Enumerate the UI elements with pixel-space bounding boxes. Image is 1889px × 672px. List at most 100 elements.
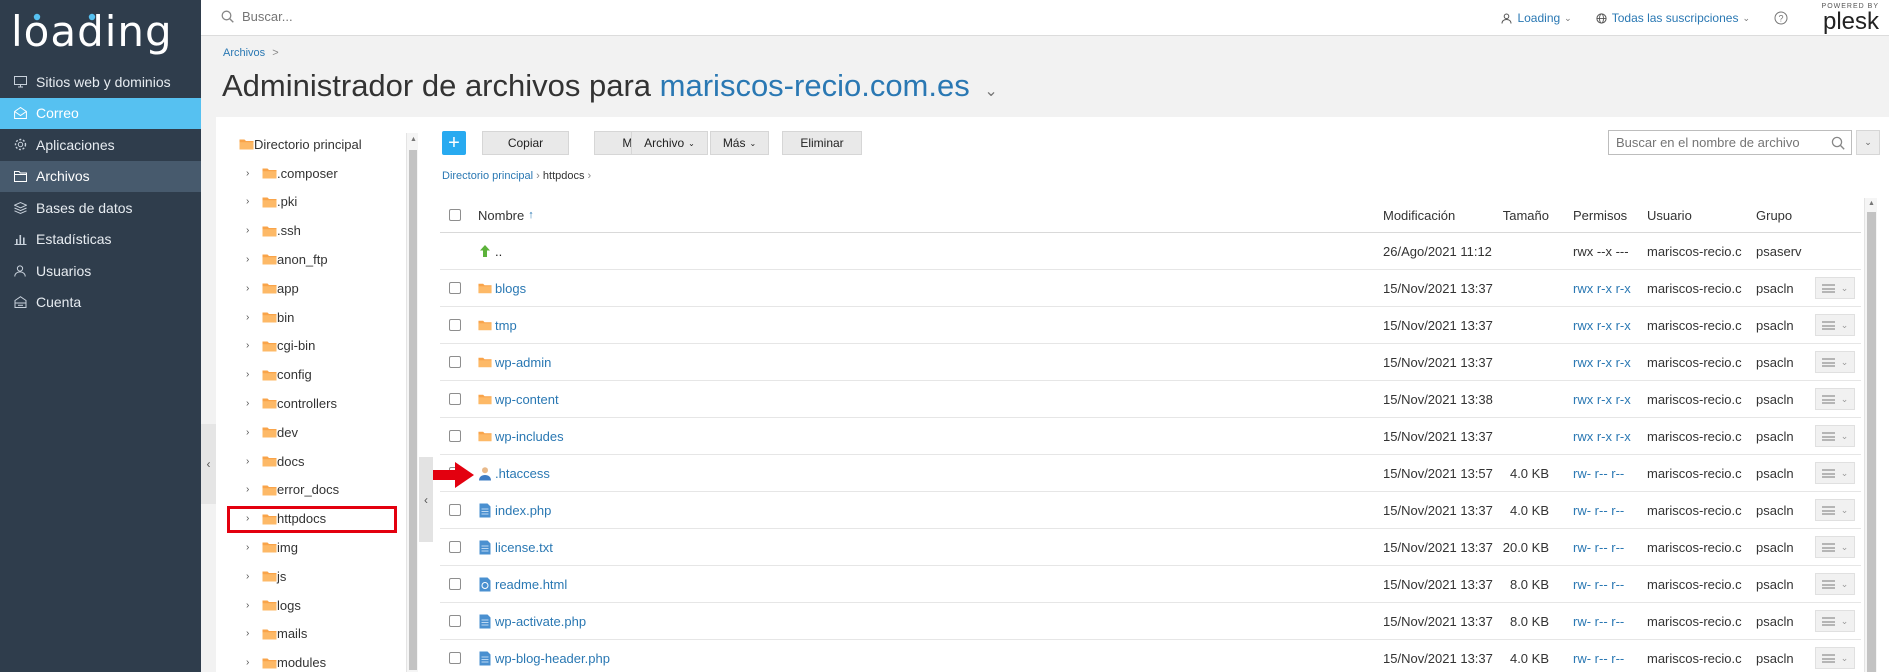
file-name-cell[interactable]: ..: [478, 233, 502, 269]
table-row[interactable]: blogs 15/Nov/2021 13:37 rwx r-x r-x marisco…: [440, 270, 1861, 307]
file-name[interactable]: wp-includes: [495, 429, 564, 444]
table-row[interactable]: wp-blog-header.php 15/Nov/2021 13:37 4.0 K…: [440, 640, 1861, 672]
tree-item[interactable]: › controllers: [246, 392, 337, 414]
file-name-cell[interactable]: wp-admin: [478, 344, 551, 380]
chevron-right-icon[interactable]: ›: [246, 657, 256, 668]
table-row[interactable]: wp-admin 15/Nov/2021 13:37 rwx r-x r-x mari…: [440, 344, 1861, 381]
tree-item[interactable]: › error_docs: [246, 479, 339, 501]
chevron-right-icon[interactable]: ›: [246, 254, 256, 265]
chevron-right-icon[interactable]: ›: [246, 600, 256, 611]
pane-splitter[interactable]: ‹: [419, 457, 433, 542]
chevron-right-icon[interactable]: ›: [246, 628, 256, 639]
file-name-cell[interactable]: license.txt: [478, 529, 553, 565]
page-title-domain[interactable]: mariscos-recio.com.es: [660, 68, 970, 103]
tree-scrollbar[interactable]: ▲: [406, 133, 418, 672]
chevron-right-icon[interactable]: ›: [246, 427, 256, 438]
table-row[interactable]: readme.html 15/Nov/2021 13:37 8.0 KB rw- r-…: [440, 566, 1861, 603]
row-menu-button[interactable]: ⌄: [1815, 314, 1855, 336]
file-name-cell[interactable]: wp-content: [478, 381, 559, 417]
file-permissions[interactable]: rw- r-- r--: [1573, 529, 1624, 565]
tree-item[interactable]: › logs: [246, 594, 301, 616]
global-search-input[interactable]: [242, 9, 442, 24]
add-button[interactable]: +: [442, 131, 466, 155]
row-checkbox[interactable]: [449, 504, 461, 516]
file-name[interactable]: wp-blog-header.php: [495, 651, 610, 666]
help-button[interactable]: ?: [1774, 11, 1793, 25]
row-checkbox[interactable]: [449, 282, 461, 294]
delete-button[interactable]: Eliminar: [782, 131, 862, 155]
file-name[interactable]: ..: [495, 244, 502, 259]
tree-root[interactable]: Directorio principal: [239, 133, 362, 155]
table-row[interactable]: .htaccess 15/Nov/2021 13:57 4.0 KB rw- r-- …: [440, 455, 1861, 492]
subscriptions-menu[interactable]: Todas las suscripciones ⌄: [1596, 11, 1750, 25]
row-checkbox[interactable]: [449, 578, 461, 590]
copy-button[interactable]: Copiar: [482, 131, 569, 155]
file-permissions[interactable]: rw- r-- r--: [1573, 566, 1624, 602]
path-root[interactable]: Directorio principal: [442, 170, 533, 182]
file-menu-button[interactable]: Archivo ⌄: [631, 131, 708, 155]
file-permissions[interactable]: rwx r-x r-x: [1573, 381, 1631, 417]
file-name-cell[interactable]: tmp: [478, 307, 517, 343]
chevron-right-icon[interactable]: ›: [246, 484, 256, 495]
tree-item[interactable]: › bin: [246, 306, 294, 328]
tree-item[interactable]: › .pki: [246, 191, 297, 213]
more-menu-button[interactable]: Más ⌄: [710, 131, 769, 155]
brand-logo[interactable]: loading: [11, 6, 186, 58]
file-name[interactable]: .htaccess: [495, 466, 550, 481]
table-row[interactable]: license.txt 15/Nov/2021 13:37 20.0 KB rw- r…: [440, 529, 1861, 566]
tree-item[interactable]: › .composer: [246, 162, 338, 184]
row-checkbox[interactable]: [449, 652, 461, 664]
col-modified[interactable]: Modificación: [1383, 198, 1455, 232]
sidebar-item-cuenta[interactable]: Cuenta: [0, 287, 201, 319]
chevron-right-icon[interactable]: ›: [246, 571, 256, 582]
chevron-right-icon[interactable]: ›: [246, 225, 256, 236]
scroll-up-icon[interactable]: ▲: [1868, 200, 1875, 207]
table-row[interactable]: wp-content 15/Nov/2021 13:38 rwx r-x r-x ma…: [440, 381, 1861, 418]
tree-item[interactable]: › js: [246, 565, 286, 587]
row-checkbox[interactable]: [449, 430, 461, 442]
sidebar-item-aplicaciones[interactable]: Aplicaciones: [0, 129, 201, 161]
col-name[interactable]: Nombre ↑: [478, 198, 534, 232]
chevron-right-icon[interactable]: ›: [246, 283, 256, 294]
row-checkbox[interactable]: [449, 393, 461, 405]
file-name-cell[interactable]: wp-blog-header.php: [478, 640, 610, 672]
chevron-down-icon[interactable]: ⌄: [984, 83, 997, 100]
collapse-sidebar-button[interactable]: ‹: [201, 424, 216, 504]
chevron-right-icon[interactable]: ›: [246, 369, 256, 380]
file-permissions[interactable]: rw- r-- r--: [1573, 640, 1624, 672]
chevron-right-icon[interactable]: ›: [246, 542, 256, 553]
table-row[interactable]: tmp 15/Nov/2021 13:37 rwx r-x r-x mariscos-…: [440, 307, 1861, 344]
row-menu-button[interactable]: ⌄: [1815, 499, 1855, 521]
search-options-button[interactable]: ⌄: [1856, 130, 1880, 155]
sidebar-item-bases-de-datos[interactable]: Bases de datos: [0, 192, 201, 224]
row-menu-button[interactable]: ⌄: [1815, 647, 1855, 669]
row-checkbox[interactable]: [449, 615, 461, 627]
file-name[interactable]: wp-admin: [495, 355, 551, 370]
col-user[interactable]: Usuario: [1647, 198, 1692, 232]
file-name[interactable]: license.txt: [495, 540, 553, 555]
sidebar-item-correo[interactable]: Correo: [0, 97, 201, 129]
file-name[interactable]: index.php: [495, 503, 551, 518]
tree-item[interactable]: › dev: [246, 421, 298, 443]
search-icon[interactable]: [1831, 136, 1845, 150]
table-row[interactable]: wp-includes 15/Nov/2021 13:37 rwx r-x r-x m…: [440, 418, 1861, 455]
file-permissions[interactable]: rwx r-x r-x: [1573, 418, 1631, 454]
file-name[interactable]: blogs: [495, 281, 526, 296]
global-search[interactable]: [221, 9, 442, 24]
user-menu[interactable]: Loading ⌄: [1501, 11, 1572, 25]
tree-item[interactable]: › modules: [246, 652, 326, 672]
file-permissions[interactable]: rw- r-- r--: [1573, 603, 1624, 639]
file-name-cell[interactable]: blogs: [478, 270, 526, 306]
file-permissions[interactable]: rw- r-- r--: [1573, 492, 1624, 528]
tree-scrollbar-thumb[interactable]: [409, 150, 417, 670]
row-menu-button[interactable]: ⌄: [1815, 536, 1855, 558]
file-name-cell[interactable]: readme.html: [478, 566, 567, 602]
row-menu-button[interactable]: ⌄: [1815, 462, 1855, 484]
table-scrollbar[interactable]: ▲: [1864, 198, 1877, 672]
file-name[interactable]: readme.html: [495, 577, 567, 592]
row-menu-button[interactable]: ⌄: [1815, 277, 1855, 299]
row-menu-button[interactable]: ⌄: [1815, 351, 1855, 373]
sidebar-item-estadísticas[interactable]: Estadísticas: [0, 224, 201, 256]
chevron-right-icon[interactable]: ›: [246, 340, 256, 351]
col-size[interactable]: Tamaño: [1487, 198, 1549, 232]
